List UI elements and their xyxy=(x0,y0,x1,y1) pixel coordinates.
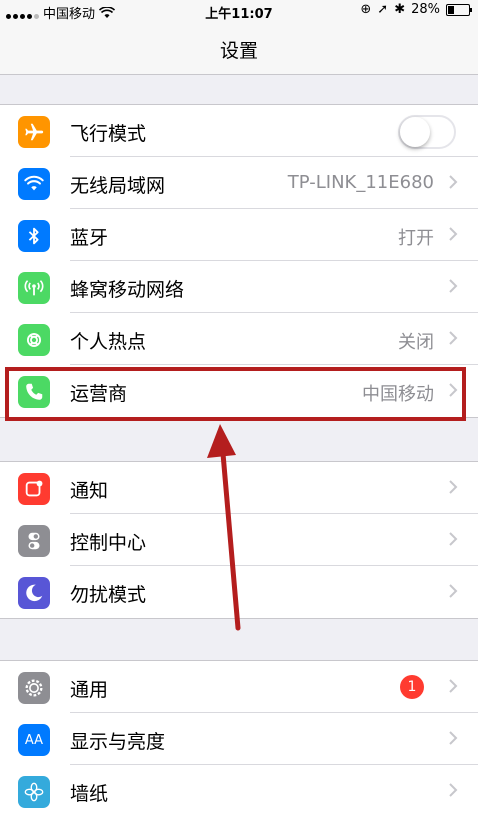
chevron-right-icon xyxy=(449,679,458,693)
display-brightness-icon: AA xyxy=(18,724,50,756)
airplane-mode-toggle[interactable] xyxy=(398,115,456,149)
settings-row-airplane-mode[interactable]: 飞行模式 xyxy=(0,105,478,157)
row-label: 飞行模式 xyxy=(70,123,147,145)
row-label: 墙纸 xyxy=(70,783,109,805)
row-value: 关闭 xyxy=(398,332,434,353)
wifi-icon xyxy=(18,168,50,200)
wallpaper-icon xyxy=(18,776,50,808)
chevron-right-icon xyxy=(449,532,458,546)
settings-row-wlan[interactable]: 无线局域网 TP-LINK_11E680 xyxy=(0,157,478,209)
hotspot-icon xyxy=(18,324,50,356)
settings-row-bluetooth[interactable]: 蓝牙 打开 xyxy=(0,209,478,261)
settings-row-do-not-disturb[interactable]: 勿扰模式 xyxy=(0,566,478,618)
page-title: 设置 xyxy=(219,40,258,62)
row-label: 勿扰模式 xyxy=(70,584,147,606)
settings-group-notifications: 通知 控制中心 勿扰模式 xyxy=(0,461,478,619)
chevron-right-icon xyxy=(449,175,458,189)
row-value: 打开 xyxy=(398,228,434,249)
nav-bar: 设置 xyxy=(0,22,478,75)
row-label: 个人热点 xyxy=(70,331,147,353)
cellular-icon xyxy=(18,272,50,304)
settings-row-wallpaper[interactable]: 墙纸 xyxy=(0,765,478,817)
toggle-knob xyxy=(400,117,430,147)
airplane-icon xyxy=(18,116,50,148)
row-label: 显示与亮度 xyxy=(70,731,166,753)
chevron-right-icon xyxy=(449,731,458,745)
settings-row-control-center[interactable]: 控制中心 xyxy=(0,514,478,566)
chevron-right-icon xyxy=(449,584,458,598)
battery-percent: 28% xyxy=(411,2,440,17)
row-label: 通知 xyxy=(70,480,109,502)
row-label: 蜂窝移动网络 xyxy=(70,279,185,301)
settings-row-display-brightness[interactable]: AA 显示与亮度 xyxy=(0,713,478,765)
chevron-right-icon xyxy=(449,227,458,241)
chevron-right-icon xyxy=(449,331,458,345)
row-label: 无线局域网 xyxy=(70,175,166,197)
row-label: 控制中心 xyxy=(70,532,147,554)
gear-icon xyxy=(18,672,50,704)
row-value: TP-LINK_11E680 xyxy=(287,172,434,193)
settings-row-hotspot[interactable]: 个人热点 关闭 xyxy=(0,313,478,365)
row-label: 蓝牙 xyxy=(70,227,109,249)
status-right: ⊕ ➚ ✱ 28% xyxy=(360,2,472,17)
settings-group-general: 通用 1 AA 显示与亮度 墙纸 xyxy=(0,660,478,817)
orientation-lock-icon: ⊕ xyxy=(360,2,372,17)
location-icon: ➚ xyxy=(377,2,389,17)
control-center-icon xyxy=(18,525,50,557)
chevron-right-icon xyxy=(449,783,458,797)
notifications-icon xyxy=(18,473,50,505)
carrier-highlight-box xyxy=(5,367,466,421)
chevron-right-icon xyxy=(449,480,458,494)
settings-row-general[interactable]: 通用 1 xyxy=(0,661,478,713)
settings-row-cellular[interactable]: 蜂窝移动网络 xyxy=(0,261,478,313)
battery-icon xyxy=(446,3,472,16)
settings-row-notifications[interactable]: 通知 xyxy=(0,462,478,514)
notification-badge: 1 xyxy=(400,675,424,699)
row-label: 通用 xyxy=(70,679,109,701)
moon-icon xyxy=(18,577,50,609)
status-bar: 中国移动 上午11:07 ⊕ ➚ ✱ 28% xyxy=(0,0,478,22)
chevron-right-icon xyxy=(449,279,458,293)
bluetooth-status-icon: ✱ xyxy=(394,2,406,17)
bluetooth-icon xyxy=(18,220,50,252)
icon-text: AA xyxy=(24,732,44,748)
